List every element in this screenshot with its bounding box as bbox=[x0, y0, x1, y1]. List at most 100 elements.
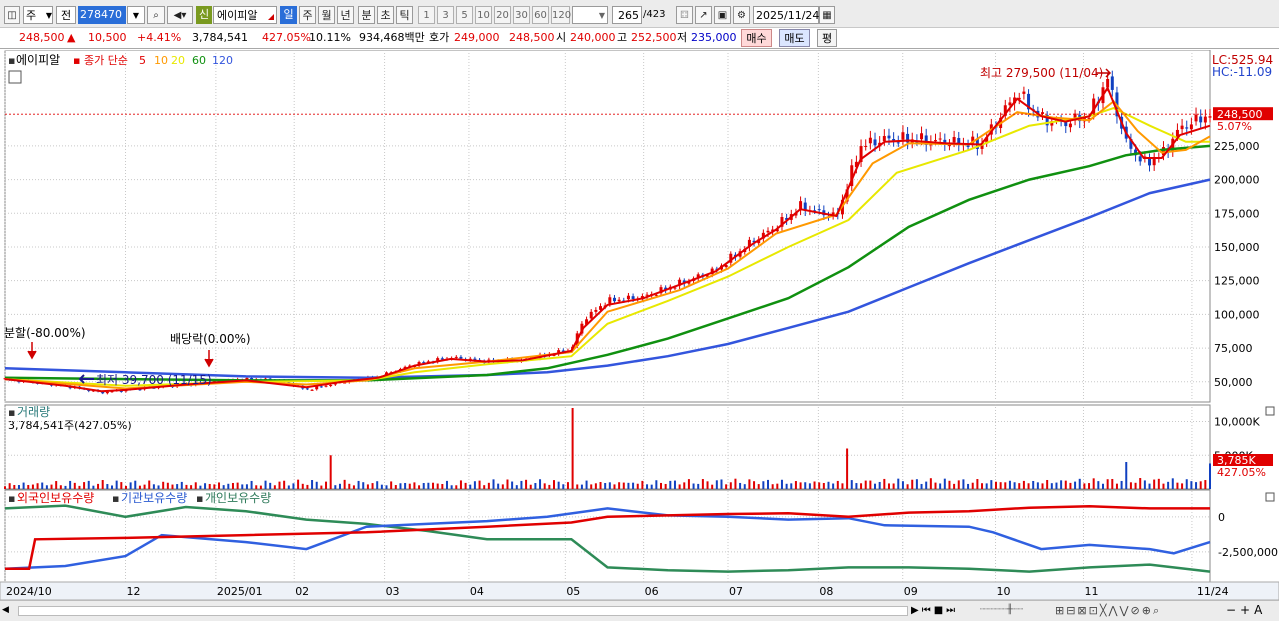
candle-body bbox=[654, 294, 658, 296]
count-input[interactable]: 265 bbox=[612, 6, 642, 24]
current-price: 248,500 bbox=[19, 31, 65, 44]
volume-bar bbox=[590, 484, 593, 489]
volume-bar bbox=[320, 485, 323, 489]
min-btn-10[interactable]: 10 bbox=[475, 6, 492, 24]
zoom-slider[interactable]: ┈┈┈┈┈╫┈┈ bbox=[980, 602, 1050, 620]
volume-bar bbox=[1204, 480, 1207, 489]
min-btn-1[interactable]: 1 bbox=[418, 6, 435, 24]
gear-icon[interactable]: ⚙ bbox=[733, 6, 750, 24]
candle-body bbox=[1152, 158, 1156, 166]
min-btn-120[interactable]: 120 bbox=[551, 6, 571, 24]
volume-bar bbox=[669, 480, 672, 489]
draw-line-icon[interactable]: ↗ bbox=[695, 6, 712, 24]
avg-button[interactable]: 평 bbox=[817, 29, 837, 47]
volume-bar bbox=[1120, 480, 1123, 489]
tool-icons[interactable]: ⊞⊟⊠⊡╳⋀⋁⊘⊕⌕ bbox=[1055, 602, 1161, 620]
candle-body bbox=[329, 384, 333, 386]
new-listing-badge: 신 bbox=[196, 6, 212, 24]
candle-body bbox=[319, 386, 323, 388]
speaker-icon[interactable]: ◀▾ bbox=[167, 6, 193, 24]
volume-bar bbox=[1083, 483, 1086, 489]
legend-stock-name: 에이피알 bbox=[16, 53, 60, 67]
volume-bar bbox=[315, 481, 318, 489]
volume-bar bbox=[981, 483, 984, 489]
volume-bar bbox=[1041, 483, 1044, 489]
volume-bar bbox=[1181, 483, 1184, 489]
search-icon[interactable]: ⌕ bbox=[147, 6, 165, 24]
play-controls[interactable]: ▶⏮■⏭ bbox=[911, 602, 958, 620]
volume-bar bbox=[55, 481, 58, 489]
code-dropdown-icon[interactable]: ▼ bbox=[127, 6, 145, 24]
tab-month[interactable]: 월 bbox=[318, 6, 335, 24]
volume-bar bbox=[934, 482, 937, 489]
stock-code-input[interactable]: 278470 bbox=[78, 6, 126, 24]
volume-bar bbox=[776, 483, 779, 489]
volume-bar bbox=[478, 480, 481, 489]
period-select[interactable]: 주 ▼ bbox=[23, 6, 53, 24]
volume-bar bbox=[562, 484, 565, 489]
candle-body bbox=[608, 297, 612, 304]
horizontal-scrollbar[interactable] bbox=[18, 606, 908, 616]
volume-bar bbox=[213, 484, 216, 489]
volume-bar bbox=[273, 485, 276, 489]
y-tick-label-2: 100,000 bbox=[1214, 308, 1260, 321]
volume-bar bbox=[529, 484, 532, 489]
volume-bar bbox=[152, 484, 155, 489]
tab-tick[interactable]: 틱 bbox=[396, 6, 413, 24]
tab-minute[interactable]: 분 bbox=[358, 6, 375, 24]
min-btn-20[interactable]: 20 bbox=[494, 6, 511, 24]
volume-bar bbox=[660, 482, 663, 489]
min-btn-60[interactable]: 60 bbox=[532, 6, 549, 24]
custom-period-dropdown[interactable]: ▼ bbox=[572, 6, 608, 24]
volume-bar bbox=[166, 482, 169, 489]
calendar-icon[interactable]: ▦ bbox=[819, 6, 835, 24]
y-tick-label-1: 75,000 bbox=[1214, 342, 1253, 355]
volume-bar bbox=[943, 478, 946, 489]
volume-bar bbox=[864, 480, 867, 489]
candle-icon[interactable]: ⚃ bbox=[676, 6, 693, 24]
holding-bullet-0: ▪ bbox=[8, 492, 15, 505]
tab-second[interactable]: 초 bbox=[377, 6, 394, 24]
tab-week[interactable]: 주 bbox=[299, 6, 316, 24]
volume-bar bbox=[920, 483, 923, 489]
candle-body bbox=[1138, 156, 1142, 162]
scroll-left-icon[interactable]: ◀ bbox=[2, 602, 16, 620]
volume-bar bbox=[734, 478, 737, 489]
volume-bar bbox=[208, 483, 211, 489]
prefix-select[interactable]: 전 bbox=[56, 6, 76, 24]
volume-bar bbox=[818, 482, 821, 489]
volume-bar bbox=[720, 479, 723, 489]
sell-button[interactable]: 매도 bbox=[779, 29, 810, 47]
save-icon[interactable]: ▣ bbox=[714, 6, 731, 24]
volume-bar bbox=[511, 481, 514, 489]
volume-bar bbox=[673, 480, 676, 489]
min-btn-30[interactable]: 30 bbox=[513, 6, 530, 24]
volume-bar bbox=[473, 481, 476, 489]
candle-body bbox=[938, 138, 942, 140]
min-btn-5[interactable]: 5 bbox=[456, 6, 473, 24]
tab-day[interactable]: 일 bbox=[280, 6, 297, 24]
volume-bar bbox=[748, 479, 751, 489]
volume-bar bbox=[445, 480, 448, 489]
volume-bar bbox=[325, 481, 328, 489]
low-price: 235,000 bbox=[691, 31, 737, 44]
tab-year[interactable]: 년 bbox=[337, 6, 354, 24]
volume-bar bbox=[1143, 480, 1146, 489]
volume-bar bbox=[413, 482, 416, 489]
buy-button[interactable]: 매수 bbox=[741, 29, 772, 47]
candle-body bbox=[934, 140, 938, 142]
volume-bar bbox=[292, 483, 295, 489]
chart-menu-icon[interactable]: ◫ bbox=[4, 6, 20, 24]
zoom-buttons[interactable]: −+A bbox=[1226, 602, 1266, 620]
candle-body bbox=[459, 356, 463, 359]
legend-ma-10: 10 bbox=[154, 54, 168, 67]
stock-chart[interactable]: 2024/10 12 2025/01 02 03 04 05 06 07 08 09 10 11 11/2… bbox=[0, 50, 1279, 600]
volume-bar bbox=[1167, 481, 1170, 489]
volume-bar bbox=[497, 483, 500, 489]
volume-bar bbox=[901, 481, 904, 489]
min-btn-3[interactable]: 3 bbox=[437, 6, 454, 24]
volume-bar bbox=[836, 480, 839, 489]
volume-bar bbox=[813, 481, 816, 489]
volume-bar bbox=[115, 480, 118, 489]
date-input[interactable]: 2025/11/24 bbox=[753, 6, 819, 24]
